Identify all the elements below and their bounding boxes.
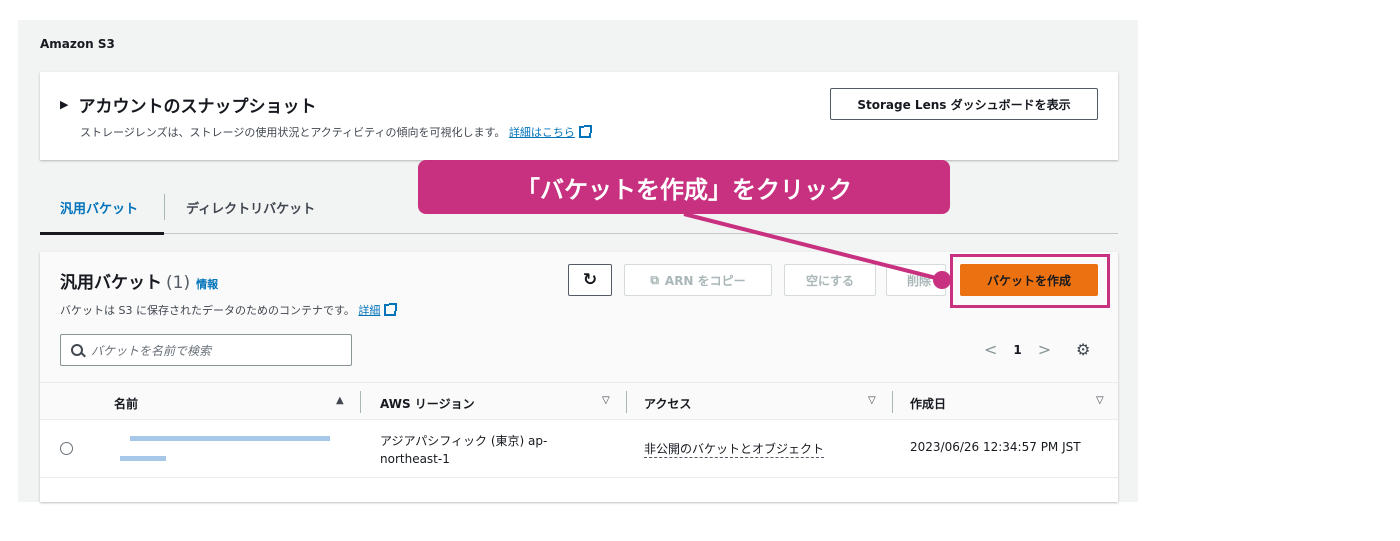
instruction-callout: 「バケットを作成」をクリック <box>418 160 950 214</box>
callout-line <box>683 212 945 282</box>
callout-connector <box>683 212 945 282</box>
